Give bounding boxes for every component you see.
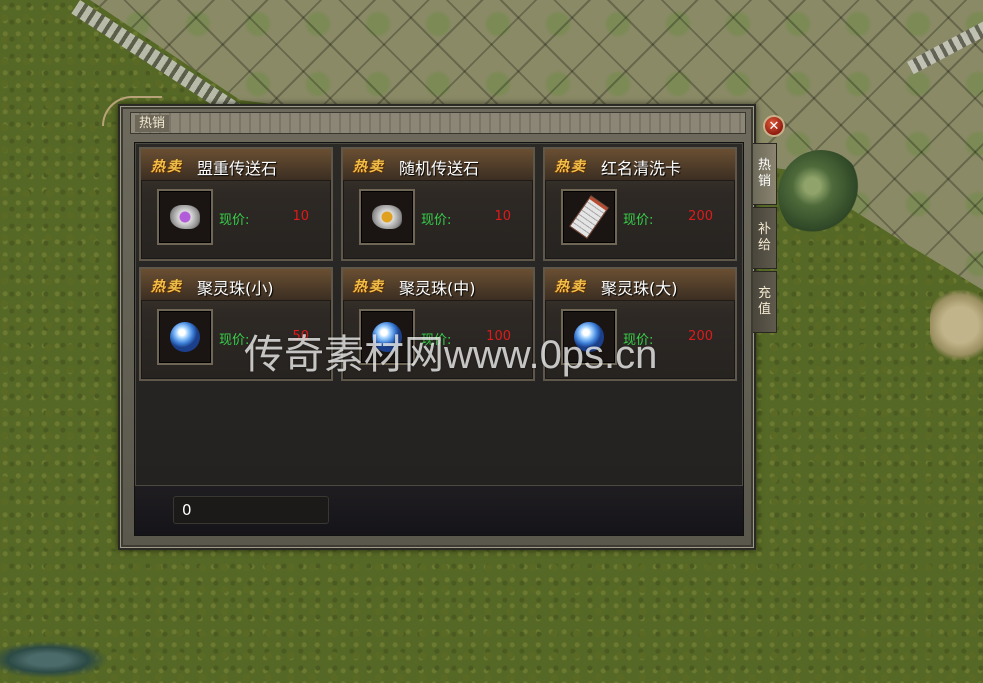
price-label: 现价: [623, 213, 654, 228]
item-header: 热卖 聚灵珠(小) [141, 269, 331, 301]
tree [0, 625, 160, 683]
price-label: 现价: [219, 213, 250, 228]
title-bar[interactable]: 热销 [130, 112, 746, 134]
item-name: 聚灵珠(小) [197, 279, 274, 298]
hot-sale-tag: 热卖 [555, 279, 587, 295]
hot-sale-tag: 热卖 [555, 159, 587, 175]
item-name: 随机传送石 [399, 159, 480, 178]
item-header: 热卖 聚灵珠(大) [545, 269, 735, 301]
price-value: 200 [688, 329, 713, 344]
currency-bar: 0 [135, 485, 743, 535]
side-tab-bar: 热销 补给 充值 [753, 143, 779, 335]
tab-supply[interactable]: 补给 [753, 207, 777, 269]
window-title: 热销 [135, 115, 170, 132]
shop-item[interactable]: 热卖 盟重传送石 现价: 10 [139, 147, 333, 261]
item-slot[interactable] [157, 309, 213, 365]
shop-item[interactable]: 热卖 红名清洗卡 现价: 200 [543, 147, 737, 261]
shop-item[interactable]: 热卖 随机传送石 现价: 10 [341, 147, 535, 261]
hot-sale-tag: 热卖 [151, 159, 183, 175]
item-header: 热卖 聚灵珠(中) [343, 269, 533, 301]
currency-amount-field[interactable]: 0 [173, 496, 329, 524]
item-name: 红名清洗卡 [601, 159, 682, 178]
bush [778, 150, 864, 240]
dirt-patch [930, 290, 983, 360]
hot-sale-tag: 热卖 [151, 279, 183, 295]
item-slot[interactable] [359, 189, 415, 245]
item-header: 热卖 红名清洗卡 [545, 149, 735, 181]
item-slot[interactable] [157, 189, 213, 245]
tab-hot-sale[interactable]: 热销 [753, 143, 777, 205]
item-name: 聚灵珠(大) [601, 279, 678, 298]
hot-sale-tag: 热卖 [353, 279, 385, 295]
item-name: 聚灵珠(中) [399, 279, 476, 298]
cleanse-card-icon [569, 195, 609, 239]
tab-label: 热销 [757, 158, 771, 189]
item-name: 盟重传送石 [197, 159, 278, 178]
tab-recharge[interactable]: 充值 [753, 271, 777, 333]
price-value: 10 [292, 209, 309, 224]
purple-stone-icon [170, 205, 200, 229]
tab-label: 充值 [757, 286, 771, 317]
hot-sale-tag: 热卖 [353, 159, 385, 175]
orb-icon [170, 322, 200, 352]
price-value: 200 [688, 209, 713, 224]
item-slot[interactable] [561, 189, 617, 245]
watermark: 传奇素材网www.0ps.cn [244, 333, 658, 377]
close-button[interactable]: ✕ [763, 115, 785, 137]
gold-stone-icon [372, 205, 402, 229]
price-value: 10 [494, 209, 511, 224]
tab-label: 补给 [757, 222, 771, 253]
item-header: 热卖 盟重传送石 [141, 149, 331, 181]
price-label: 现价: [421, 213, 452, 228]
item-header: 热卖 随机传送石 [343, 149, 533, 181]
